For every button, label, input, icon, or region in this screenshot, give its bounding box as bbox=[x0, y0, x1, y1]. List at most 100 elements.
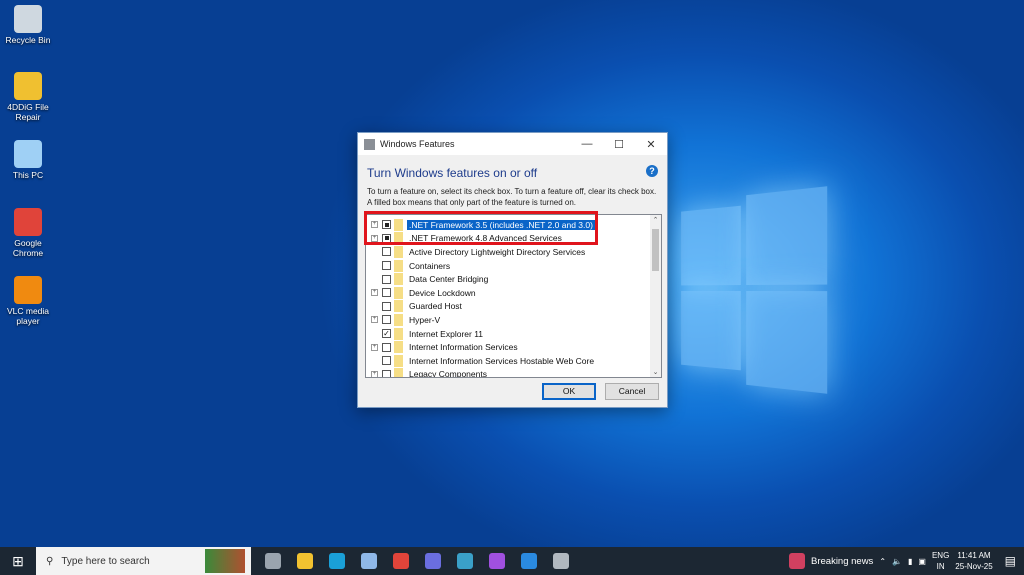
news-label: Breaking news bbox=[811, 555, 874, 567]
chevron-up-icon[interactable]: ⌃ bbox=[879, 557, 886, 566]
recycle-bin-icon bbox=[14, 5, 42, 33]
app-icon[interactable] bbox=[457, 553, 473, 569]
desktop-icon[interactable]: 4DDiG File Repair bbox=[2, 72, 54, 122]
feature-checkbox[interactable] bbox=[382, 315, 391, 325]
feature-label: Internet Explorer 11 bbox=[409, 328, 484, 339]
video-editor-icon[interactable] bbox=[489, 553, 505, 569]
red-highlight-box bbox=[364, 211, 598, 245]
desktop-icon[interactable]: VLC media player bbox=[2, 276, 54, 326]
feature-checkbox[interactable] bbox=[382, 369, 391, 377]
chrome-icon[interactable] bbox=[393, 553, 409, 569]
feature-label: Active Directory Lightweight Directory S… bbox=[409, 246, 586, 257]
search-icon: ⚲ bbox=[46, 555, 54, 567]
feature-checkbox[interactable] bbox=[382, 342, 391, 352]
feature-label: Internet Information Services Hostable W… bbox=[409, 355, 595, 366]
windows-features-icon bbox=[364, 138, 375, 150]
file-repair-icon bbox=[14, 72, 42, 100]
feature-item[interactable]: Internet Information Services Hostable W… bbox=[366, 354, 596, 368]
ok-button[interactable]: OK bbox=[542, 383, 596, 400]
search-highlight-icon bbox=[205, 549, 245, 573]
folder-icon bbox=[394, 286, 403, 299]
dialog-title: Windows Features bbox=[380, 139, 455, 149]
feature-label: Containers bbox=[409, 260, 451, 271]
feature-label: Internet Information Services bbox=[409, 342, 518, 353]
feature-item[interactable]: + Internet Information Services bbox=[366, 340, 520, 354]
teams-icon[interactable] bbox=[425, 553, 441, 569]
feature-item[interactable]: + Hyper-V bbox=[366, 313, 442, 327]
computer-icon bbox=[14, 140, 42, 168]
network-icon[interactable]: ▣ bbox=[918, 557, 926, 566]
feature-item[interactable]: Containers bbox=[366, 259, 452, 273]
folder-icon bbox=[394, 313, 403, 326]
minimize-button[interactable]: — bbox=[571, 138, 603, 150]
feature-checkbox[interactable] bbox=[382, 274, 391, 284]
windows-logo-wallpaper bbox=[681, 186, 828, 394]
time: 11:41 AM bbox=[957, 551, 991, 560]
feature-label: Data Center Bridging bbox=[409, 274, 489, 285]
windows-features-dialog: Windows Features — ☐ ✕ Turn Windows feat… bbox=[357, 132, 668, 408]
desktop-icon[interactable]: Recycle Bin bbox=[2, 5, 54, 45]
feature-item[interactable]: Active Directory Lightweight Directory S… bbox=[366, 245, 587, 259]
feature-checkbox[interactable] bbox=[382, 288, 391, 298]
start-button[interactable]: ⊞ bbox=[0, 553, 36, 570]
folder-icon bbox=[394, 259, 403, 272]
feature-checkbox[interactable] bbox=[382, 247, 391, 257]
file-icon[interactable] bbox=[553, 553, 569, 569]
desktop-icon-label: Recycle Bin bbox=[5, 35, 51, 45]
search-box[interactable]: ⚲ Type here to search bbox=[36, 547, 251, 575]
expand-icon[interactable]: + bbox=[371, 289, 378, 297]
feature-checkbox[interactable] bbox=[382, 356, 391, 366]
desktop-icon[interactable]: This PC bbox=[2, 140, 54, 180]
notification-icon[interactable]: ▤ bbox=[1005, 554, 1016, 568]
clock[interactable]: 11:41 AM 25-Nov-25 bbox=[955, 550, 992, 572]
feature-item[interactable]: Guarded Host bbox=[366, 300, 464, 314]
region: IN bbox=[936, 562, 945, 571]
scroll-down-icon[interactable]: ⌄ bbox=[650, 368, 661, 376]
news-widget[interactable]: Breaking news bbox=[789, 553, 873, 569]
feature-checkbox[interactable]: ✓ bbox=[382, 329, 391, 339]
desktop-icon-label: Google Chrome bbox=[12, 238, 44, 258]
taskbar-apps bbox=[257, 553, 577, 569]
notepad-icon[interactable] bbox=[361, 553, 377, 569]
feature-item[interactable]: + Legacy Components bbox=[366, 368, 489, 377]
c-app-icon[interactable] bbox=[521, 553, 537, 569]
news-icon bbox=[789, 553, 805, 569]
desktop-icon-label: 4DDiG File Repair bbox=[7, 102, 49, 122]
feature-checkbox[interactable] bbox=[382, 261, 391, 271]
scroll-up-icon[interactable]: ⌃ bbox=[650, 216, 661, 224]
folder-icon bbox=[394, 273, 403, 286]
desktop-icon[interactable]: Google Chrome bbox=[2, 208, 54, 258]
battery-icon[interactable]: ▮ bbox=[908, 557, 912, 566]
expand-icon[interactable]: + bbox=[371, 343, 378, 351]
feature-label: Device Lockdown bbox=[409, 287, 476, 298]
folder-icon bbox=[394, 368, 403, 377]
expand-icon[interactable]: + bbox=[371, 370, 378, 377]
cancel-button[interactable]: Cancel bbox=[605, 383, 659, 400]
folder-icon bbox=[394, 300, 403, 313]
scrollbar[interactable]: ⌃ ⌄ bbox=[650, 215, 661, 377]
feature-checkbox[interactable] bbox=[382, 301, 391, 311]
scrollbar-thumb[interactable] bbox=[652, 229, 659, 271]
task-view-icon[interactable] bbox=[265, 553, 281, 569]
taskbar: ⊞ ⚲ Type here to search Breaking news ⌃ … bbox=[0, 547, 1024, 575]
language-indicator[interactable]: ENG IN bbox=[932, 550, 949, 572]
feature-item[interactable]: Data Center Bridging bbox=[366, 272, 490, 286]
dialog-description: To turn a feature on, select its check b… bbox=[367, 187, 657, 207]
feature-label: Hyper-V bbox=[409, 314, 441, 325]
date: 25-Nov-25 bbox=[955, 562, 993, 571]
maximize-button[interactable]: ☐ bbox=[603, 138, 635, 151]
dialog-heading: Turn Windows features on or off bbox=[367, 166, 538, 180]
close-button[interactable]: ✕ bbox=[635, 138, 667, 151]
help-icon[interactable]: ? bbox=[646, 165, 658, 177]
edge-icon[interactable] bbox=[329, 553, 345, 569]
language: ENG bbox=[931, 551, 950, 560]
feature-item[interactable]: + Device Lockdown bbox=[366, 286, 478, 300]
feature-item[interactable]: ✓ Internet Explorer 11 bbox=[366, 327, 485, 341]
expand-icon[interactable]: + bbox=[371, 316, 378, 324]
desktop-icon-label: VLC media player bbox=[6, 306, 50, 326]
volume-icon[interactable]: 🔈 bbox=[892, 557, 902, 566]
file-explorer-icon[interactable] bbox=[297, 553, 313, 569]
feature-label: Guarded Host bbox=[409, 301, 462, 312]
folder-icon bbox=[394, 245, 403, 258]
search-placeholder: Type here to search bbox=[61, 555, 150, 567]
